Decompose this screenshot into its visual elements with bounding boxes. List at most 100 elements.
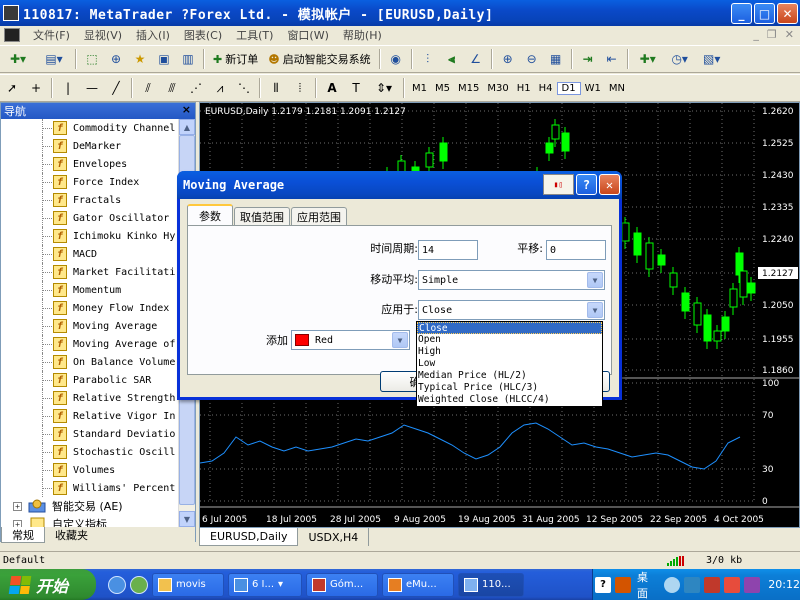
navigator-close-button[interactable]: × bbox=[182, 103, 191, 116]
timeframe-m30[interactable]: M30 bbox=[483, 83, 512, 94]
nav-indicator-item[interactable]: f DeMarker bbox=[1, 137, 179, 155]
cycle-lines-button[interactable]: ⦀ bbox=[265, 77, 287, 99]
menu-charts[interactable]: 图表(C) bbox=[177, 27, 229, 43]
dialog-close-button[interactable]: ✕ bbox=[599, 174, 620, 195]
apply-to-dropdown-list[interactable]: Close Open High Low Median Price (HL/2) Typic… bbox=[416, 321, 603, 407]
tab-parameters[interactable]: 参数 bbox=[187, 204, 233, 225]
apply-to-option[interactable]: Close bbox=[417, 322, 602, 334]
apply-to-option[interactable]: Open bbox=[417, 334, 602, 346]
nav-group-expert-advisors[interactable]: + 智能交易 (AE) bbox=[1, 497, 123, 515]
help-tray-icon[interactable]: ? bbox=[595, 576, 611, 593]
mdi-restore-button[interactable]: ❐ bbox=[767, 28, 777, 41]
templates-button[interactable]: ▧▾ bbox=[697, 48, 727, 70]
text-tool-button[interactable]: A bbox=[321, 77, 343, 99]
start-button[interactable]: 开始 bbox=[0, 569, 96, 600]
timeframe-mn[interactable]: MN bbox=[605, 83, 629, 94]
nav-indicator-item[interactable]: f Volumes bbox=[1, 461, 179, 479]
close-button[interactable]: ✕ bbox=[777, 3, 798, 24]
nav-indicator-item[interactable]: f Parabolic SAR bbox=[1, 371, 179, 389]
label-tool-button[interactable]: T bbox=[345, 77, 367, 99]
indicators-button[interactable]: ✚▾ bbox=[633, 48, 663, 70]
color-select[interactable]: Red ▼ bbox=[291, 330, 410, 350]
nav-indicator-item[interactable]: f Fractals bbox=[1, 191, 179, 209]
nav-indicator-item[interactable]: f On Balance Volume bbox=[1, 353, 179, 371]
dialog-title-bar[interactable]: Moving Average ▮▯ ? ✕ bbox=[177, 171, 622, 199]
task-emule[interactable]: eMu... bbox=[382, 572, 454, 597]
nav-indicator-item[interactable]: f Force Index bbox=[1, 173, 179, 191]
mdi-minimize-button[interactable]: _ bbox=[753, 28, 759, 41]
menu-view[interactable]: 显视(V) bbox=[77, 27, 129, 43]
ime-label[interactable]: 桌面 bbox=[637, 569, 658, 600]
crosshair-button[interactable]: + bbox=[25, 77, 47, 99]
menu-tools[interactable]: 工具(T) bbox=[229, 27, 280, 43]
apply-to-option[interactable]: High bbox=[417, 346, 602, 358]
chevron-down-icon[interactable]: ▼ bbox=[587, 302, 603, 318]
nav-indicator-item[interactable]: f Relative Strength bbox=[1, 389, 179, 407]
menu-file[interactable]: 文件(F) bbox=[26, 27, 77, 43]
tab-levels[interactable]: 取值范围 bbox=[234, 207, 290, 225]
nav-indicator-item[interactable]: f Money Flow Index bbox=[1, 299, 179, 317]
menu-window[interactable]: 窗口(W) bbox=[280, 27, 335, 43]
timeframe-m5[interactable]: M5 bbox=[431, 83, 454, 94]
market-watch-button[interactable]: ⬚ bbox=[81, 48, 103, 70]
tab-visualization[interactable]: 应用范围 bbox=[291, 207, 347, 225]
nav-group-custom-indicators[interactable]: + 自定义指标 bbox=[1, 515, 107, 527]
apply-to-option[interactable]: Typical Price (HLC/3) bbox=[417, 382, 602, 394]
dialog-help-button[interactable]: ? bbox=[576, 174, 597, 195]
minimize-button[interactable]: _ bbox=[731, 3, 752, 24]
ma-method-select[interactable]: Simple ▼ bbox=[418, 270, 605, 290]
data-window-button[interactable]: ⊕ bbox=[105, 48, 127, 70]
nav-indicator-item[interactable]: f Market Facilitati bbox=[1, 263, 179, 281]
nav-indicator-item[interactable]: f Gator Oscillator bbox=[1, 209, 179, 227]
navigator-button[interactable]: ★ bbox=[129, 48, 151, 70]
nav-indicator-item[interactable]: f Relative Vigor In bbox=[1, 407, 179, 425]
timeframe-w1[interactable]: W1 bbox=[581, 83, 605, 94]
chart-tab-usdx[interactable]: USDX,H4 bbox=[298, 528, 370, 546]
nav-indicator-item[interactable]: f Moving Average bbox=[1, 317, 179, 335]
nav-indicator-item[interactable]: f Commodity Channel bbox=[1, 119, 179, 137]
apply-to-option[interactable]: Low bbox=[417, 358, 602, 370]
timeframe-m15[interactable]: M15 bbox=[454, 83, 483, 94]
apply-to-option[interactable]: Weighted Close (HLCC/4) bbox=[417, 394, 602, 406]
nav-indicator-item[interactable]: f Ichimoku Kinko Hy bbox=[1, 227, 179, 245]
nav-indicator-item[interactable]: f Stochastic Oscill bbox=[1, 443, 179, 461]
cursor-button[interactable]: ➚ bbox=[1, 77, 23, 99]
chart-window-icon[interactable] bbox=[4, 28, 20, 42]
tray-app-icon[interactable] bbox=[724, 576, 741, 593]
trendline-button[interactable]: ╱ bbox=[105, 77, 127, 99]
fibo-channel-button[interactable]: ⫻ bbox=[161, 77, 183, 99]
timeframe-d1[interactable]: D1 bbox=[556, 81, 581, 95]
new-order-button[interactable]: ✚ 新订单 bbox=[209, 48, 262, 70]
task-ie[interactable]: 6 I... ▾ bbox=[228, 572, 302, 597]
channel-button[interactable]: ⫽ bbox=[137, 77, 159, 99]
nav-indicator-item[interactable]: f MACD bbox=[1, 245, 179, 263]
horizontal-line-button[interactable]: — bbox=[81, 77, 103, 99]
tray-app-icon[interactable] bbox=[744, 576, 761, 593]
network-icon[interactable] bbox=[684, 576, 701, 593]
gann-fan-button[interactable]: ⋱ bbox=[233, 77, 255, 99]
window-title-bar[interactable]: 110817: MetaTrader ?Forex Ltd. - 模拟帐户 - … bbox=[0, 0, 800, 26]
kaspersky-icon[interactable] bbox=[704, 576, 721, 593]
candlestick-button[interactable]: ⫷ bbox=[441, 48, 463, 70]
zoom-out-button[interactable]: ⊖ bbox=[521, 48, 543, 70]
auto-scroll-button[interactable]: ⇥ bbox=[577, 48, 599, 70]
profiles-button[interactable]: ▤▾ bbox=[37, 48, 71, 70]
nav-indicator-item[interactable]: f Envelopes bbox=[1, 155, 179, 173]
timeframe-m1[interactable]: M1 bbox=[408, 83, 431, 94]
timeframe-h1[interactable]: H1 bbox=[513, 83, 535, 94]
period-input[interactable]: 14 bbox=[418, 240, 478, 260]
timeframe-h4[interactable]: H4 bbox=[535, 83, 557, 94]
shift-input[interactable]: 0 bbox=[546, 240, 606, 260]
fibo-fan-button[interactable]: ⋰ bbox=[185, 77, 207, 99]
apply-to-option[interactable]: Median Price (HL/2) bbox=[417, 370, 602, 382]
scroll-up-icon[interactable]: ▲ bbox=[179, 119, 195, 135]
nav-indicator-item[interactable]: f Momentum bbox=[1, 281, 179, 299]
chart-shift-button[interactable]: ⇤ bbox=[601, 48, 623, 70]
vertical-line-button[interactable]: | bbox=[57, 77, 79, 99]
ie-icon[interactable] bbox=[108, 575, 126, 594]
tab-common[interactable]: 常规 bbox=[1, 527, 45, 543]
chart-tab-eurusd[interactable]: EURUSD,Daily bbox=[199, 528, 299, 546]
terminal-button[interactable]: ▣ bbox=[153, 48, 175, 70]
task-gom[interactable]: Góm... bbox=[306, 572, 378, 597]
mdi-close-button[interactable]: ✕ bbox=[785, 28, 794, 41]
